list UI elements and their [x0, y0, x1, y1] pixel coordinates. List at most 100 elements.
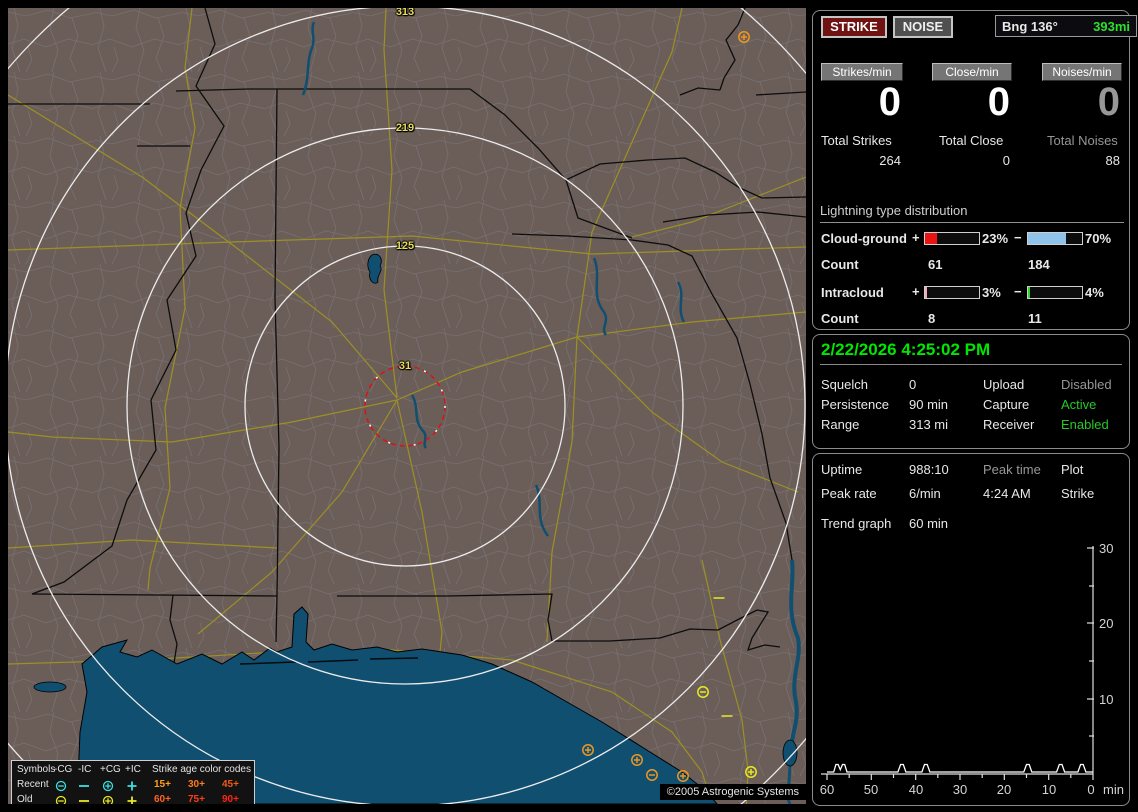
noises-per-min-value: 0 — [1097, 80, 1120, 124]
legend-col-pos-ic: +IC — [125, 764, 141, 775]
legend-symbols-header: Symbols — [17, 764, 56, 775]
ring-label-313: 313 — [395, 8, 415, 18]
cg-negative-percent: 70% — [1085, 231, 1112, 246]
ic-positive-count: 8 — [928, 311, 936, 326]
plus-icon — [126, 795, 138, 804]
bearing-distance: 393mi — [1093, 18, 1130, 34]
cg-positive-bar — [924, 232, 980, 245]
divider — [820, 364, 1122, 365]
trend-graph-label: Trend graph — [821, 516, 892, 531]
total-noises-label: Total Noises — [1047, 133, 1118, 148]
ring-label-125: 125 — [395, 240, 415, 252]
distribution-header: Lightning type distribution — [820, 203, 1124, 223]
peak-rate-label: Peak rate — [821, 486, 877, 501]
trend-graph-window: 60 min — [909, 516, 949, 531]
count-label: Count — [821, 257, 859, 272]
persistence-value: 90 min — [909, 397, 949, 412]
plus-icon — [126, 780, 138, 792]
range-label: Range — [821, 417, 860, 432]
uptime-label: Uptime — [821, 462, 863, 477]
minus-sign: − — [1014, 230, 1022, 245]
plus-circle-icon — [102, 795, 114, 804]
strikes-per-min-value: 0 — [878, 80, 901, 124]
range-value: 313 mi — [909, 417, 949, 432]
bearing-readout: Bng 136° 393mi — [995, 15, 1137, 37]
x-tick-60: 60 — [820, 782, 834, 797]
x-axis-unit: min — [1103, 782, 1124, 797]
cg-positive-count: 61 — [928, 257, 943, 272]
minus-sign: − — [1014, 284, 1022, 299]
legend-age-header: Strike age color codes — [152, 764, 251, 775]
x-tick-50: 50 — [864, 782, 878, 797]
total-close-label: Total Close — [939, 133, 1004, 148]
x-tick-40: 40 — [909, 782, 923, 797]
peak-time-value: 4:24 AM — [983, 486, 1031, 501]
total-close-value: 0 — [1002, 153, 1010, 168]
ic-positive-bar — [924, 286, 980, 299]
y-tick-30: 30 — [1099, 541, 1113, 556]
ring-label-219: 219 — [395, 122, 415, 134]
y-tick-20: 20 — [1099, 616, 1113, 631]
y-tick-10: 10 — [1099, 692, 1113, 707]
legend-row-recent-label: Recent — [17, 779, 49, 790]
trend-data-line — [827, 763, 1093, 773]
strikes-per-min-button[interactable]: Strikes/min — [821, 63, 903, 81]
plus-sign: + — [912, 230, 920, 245]
plot-label: Plot — [1061, 462, 1084, 477]
strike-toggle-button[interactable]: STRIKE — [821, 16, 887, 38]
x-tick-10: 10 — [1042, 782, 1056, 797]
receiver-label: Receiver — [983, 417, 1035, 432]
minus-icon — [78, 795, 90, 804]
age-code-60: 60+ — [154, 794, 171, 804]
cloud-ground-label: Cloud-ground — [821, 231, 907, 246]
plot-mode-value: Strike — [1061, 486, 1095, 501]
legend-row-old-label: Old — [17, 794, 33, 804]
nexstorm-app: { "map": { "ring_labels": ["313", "219",… — [0, 0, 1138, 812]
age-code-90: 90+ — [222, 794, 239, 804]
receiver-status: Enabled — [1061, 417, 1109, 432]
persistence-label: Persistence — [821, 397, 889, 412]
minus-circle-icon — [55, 780, 67, 792]
noise-toggle-button[interactable]: NOISE — [893, 16, 953, 38]
squelch-label: Squelch — [821, 377, 868, 392]
intracloud-label: Intracloud — [821, 285, 884, 300]
strike-counters-panel: STRIKE NOISE Bng 136° 393mi Strikes/min … — [812, 10, 1137, 330]
capture-label: Capture — [983, 397, 1030, 412]
bearing-value: Bng 136° — [1002, 18, 1058, 34]
age-code-45: 45+ — [222, 779, 239, 790]
x-tick-30: 30 — [953, 782, 967, 797]
total-noises-value: 88 — [1105, 153, 1120, 168]
legend-col-neg-cg: -CG — [54, 764, 73, 775]
map-legend: Symbols -CG -IC +CG +IC Strike age color… — [11, 760, 255, 804]
cg-positive-percent: 23% — [982, 231, 1009, 246]
close-per-min-button[interactable]: Close/min — [932, 63, 1012, 81]
ic-positive-percent: 3% — [982, 285, 1001, 300]
ic-negative-percent: 4% — [1085, 285, 1104, 300]
count-label: Count — [821, 311, 859, 326]
peak-time-label: Peak time — [983, 462, 1041, 477]
status-settings-panel: 2/22/2026 4:25:02 PM Squelch 0 Upload Di… — [812, 334, 1130, 449]
peak-rate-value: 6/min — [909, 486, 941, 501]
minus-icon — [78, 780, 90, 792]
uptime-value: 988:10 — [909, 462, 949, 477]
x-tick-20: 20 — [997, 782, 1011, 797]
plus-sign: + — [912, 284, 920, 299]
datetime-display: 2/22/2026 4:25:02 PM — [821, 340, 991, 359]
capture-status: Active — [1061, 397, 1097, 412]
close-per-min-value: 0 — [987, 80, 1010, 124]
total-strikes-value: 264 — [879, 153, 901, 168]
plus-circle-icon — [102, 780, 114, 792]
trend-graph: 30 20 10 60 50 40 30 20 10 0 min — [820, 541, 1124, 797]
squelch-value: 0 — [909, 377, 917, 392]
x-tick-0: 0 — [1087, 782, 1094, 797]
ring-label-31: 31 — [398, 360, 412, 372]
total-strikes-label: Total Strikes — [821, 133, 892, 148]
age-code-75: 75+ — [188, 794, 205, 804]
noises-per-min-button[interactable]: Noises/min — [1042, 63, 1122, 81]
lightning-map[interactable]: 313 219 125 31 Symbols -CG -IC +CG +IC S… — [8, 8, 806, 804]
age-code-15: 15+ — [154, 779, 171, 790]
ic-negative-bar — [1027, 286, 1083, 299]
minus-circle-icon — [55, 795, 67, 804]
age-code-30: 30+ — [188, 779, 205, 790]
legend-col-neg-ic: -IC — [78, 764, 92, 775]
